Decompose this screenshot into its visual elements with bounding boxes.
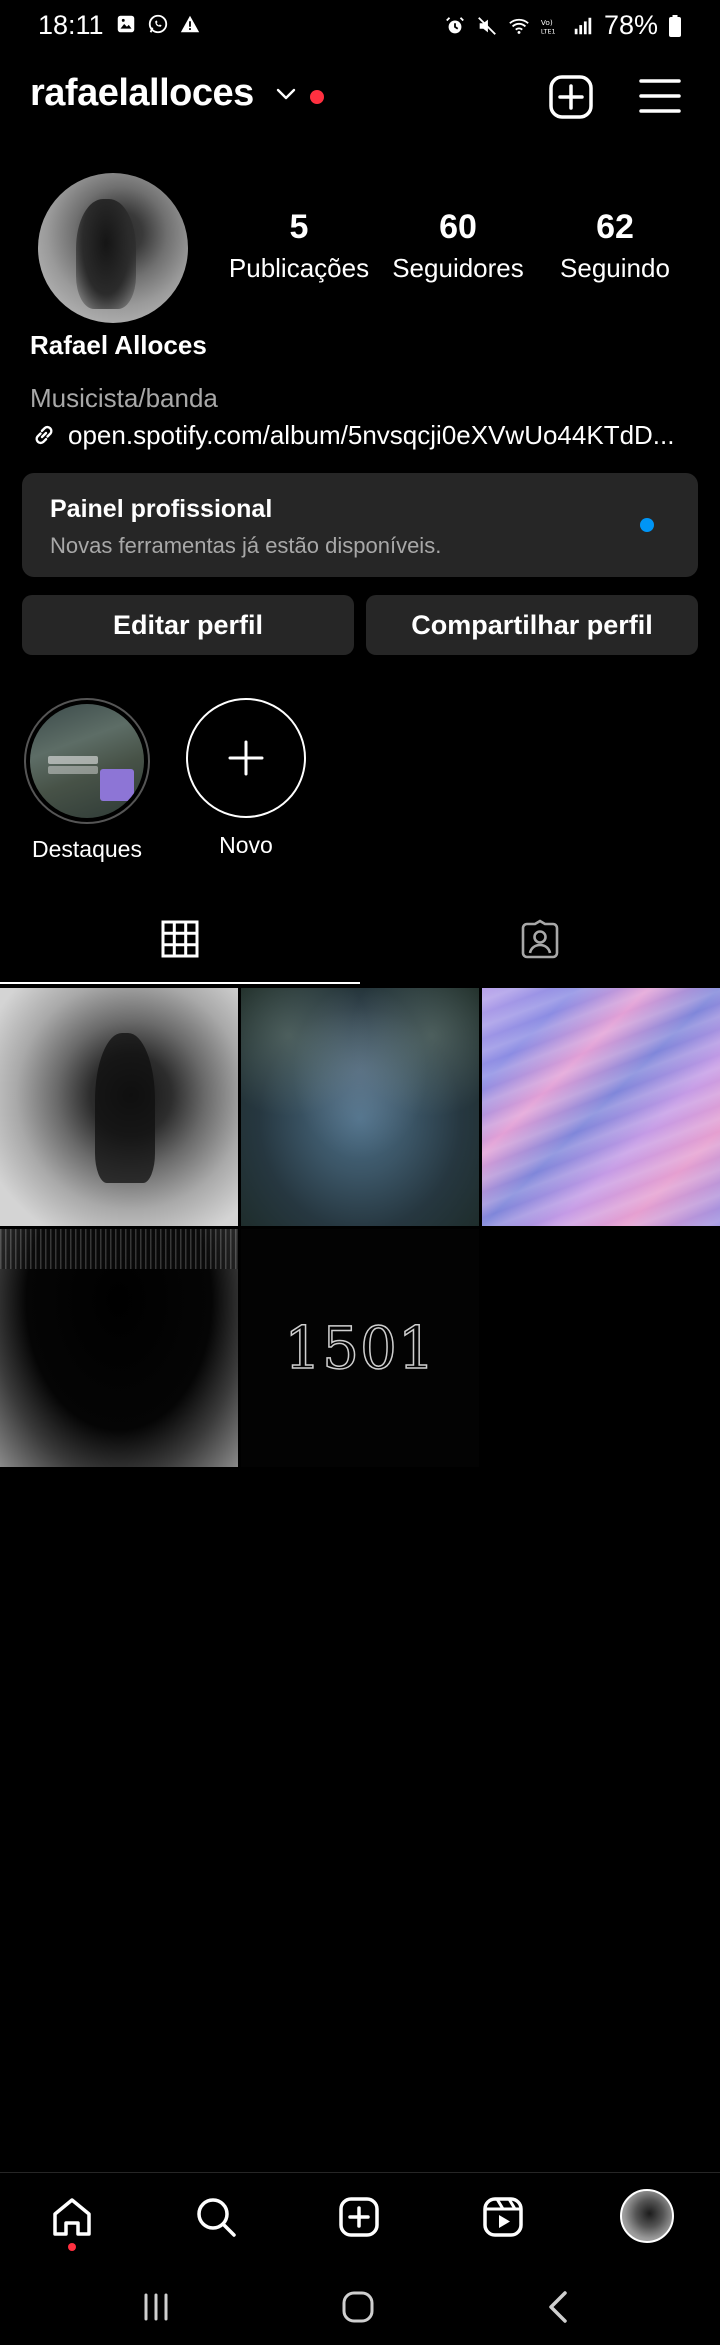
create-icon[interactable] [333, 2191, 385, 2243]
following-label: Seguindo [560, 253, 670, 283]
gallery-icon [115, 13, 137, 35]
bottom-navigation [0, 2172, 720, 2260]
post-thumbnail[interactable] [482, 988, 720, 1226]
following-count: 62 [596, 208, 634, 246]
volte-icon: Vo) LTE1 [540, 15, 562, 37]
grid-icon [159, 918, 201, 965]
home-icon[interactable] [46, 2191, 98, 2243]
recent-apps-icon[interactable] [134, 2285, 178, 2329]
post-thumbnail[interactable] [0, 988, 238, 1226]
posts-count: 5 [289, 208, 309, 246]
whatsapp-icon [147, 13, 169, 35]
posts-label: Publicações [228, 253, 370, 283]
highlight-ring [24, 698, 150, 824]
post-thumbnail[interactable] [241, 988, 479, 1226]
professional-dashboard[interactable]: Painel profissional Novas ferramentas já… [22, 473, 698, 577]
status-bar: 18:11 Vo) LTE1 78% [0, 0, 720, 52]
home-notification-dot [68, 2243, 76, 2251]
notification-dot [310, 90, 324, 104]
status-time: 18:11 [38, 10, 104, 40]
link-text[interactable]: open.spotify.com/album/5nvsqcji0eXVwUo44… [68, 420, 674, 451]
profile-avatar-tab[interactable] [620, 2189, 674, 2243]
back-icon[interactable] [538, 2285, 582, 2329]
battery-percent: 78% [603, 10, 658, 40]
post-thumbnail[interactable]: 1501 [241, 1229, 479, 1467]
new-highlight-button[interactable]: Novo [181, 698, 311, 859]
pro-panel-subtitle: Novas ferramentas já estão disponíveis. [50, 533, 442, 558]
followers-label: Seguidores [392, 253, 524, 283]
link-icon [30, 421, 58, 449]
plus-icon [186, 698, 306, 818]
battery-icon [668, 14, 682, 37]
tagged-person-icon [519, 918, 561, 966]
svg-text:Vo): Vo) [541, 18, 553, 27]
post-caption-text: 1501 [283, 1313, 436, 1383]
new-indicator-dot [640, 518, 654, 532]
highlight-item[interactable]: Destaques [22, 698, 152, 863]
highlight-cover [30, 704, 144, 818]
followers-stat[interactable]: 60 Seguidores [388, 208, 528, 284]
menu-button[interactable] [638, 76, 682, 116]
status-right-icons: Vo) LTE1 78% [444, 10, 682, 41]
highlight-label: Destaques [32, 836, 142, 862]
profile-avatar[interactable] [38, 173, 188, 323]
svg-text:LTE1: LTE1 [541, 27, 556, 35]
profile-category: Musicista/banda [30, 383, 218, 413]
profile-tabs [0, 900, 720, 984]
new-highlight-label: Novo [219, 832, 273, 858]
wifi-icon [508, 15, 530, 37]
create-post-button[interactable] [548, 74, 594, 120]
search-icon[interactable] [190, 2191, 242, 2243]
tab-tagged[interactable] [360, 900, 720, 984]
pro-panel-title: Painel profissional [50, 495, 273, 523]
reels-icon[interactable] [477, 2191, 529, 2243]
profile-link[interactable]: open.spotify.com/album/5nvsqcji0eXVwUo44… [30, 418, 674, 452]
system-navigation [0, 2265, 720, 2345]
post-thumbnail[interactable] [0, 1229, 238, 1467]
posts-stat[interactable]: 5 Publicações [226, 208, 372, 284]
status-left-icons [115, 13, 201, 35]
chevron-down-icon[interactable] [274, 82, 298, 106]
share-profile-button[interactable]: Compartilhar perfil [366, 595, 698, 655]
signal-icon [572, 15, 594, 37]
edit-profile-button[interactable]: Editar perfil [22, 595, 354, 655]
profile-header: rafaelalloces [0, 62, 720, 132]
followers-count: 60 [439, 208, 477, 246]
warning-icon [179, 13, 201, 35]
full-name: Rafael Alloces [30, 330, 207, 360]
alarm-icon [444, 15, 466, 37]
following-stat[interactable]: 62 Seguindo [550, 208, 680, 284]
username-switcher[interactable]: rafaelalloces [30, 72, 254, 115]
mute-icon [476, 15, 498, 37]
home-button-icon[interactable] [336, 2285, 380, 2329]
tab-posts-grid[interactable] [0, 900, 360, 984]
